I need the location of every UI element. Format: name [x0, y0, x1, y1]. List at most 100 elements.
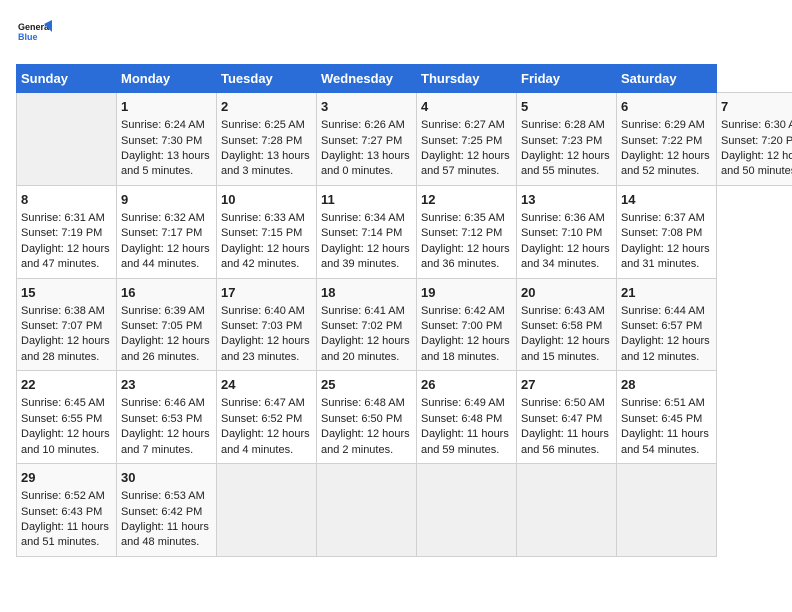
day-info: Daylight: 12 hours and 28 minutes.: [21, 334, 112, 365]
day-info: Sunset: 7:28 PM: [221, 134, 312, 149]
day-number: 15: [21, 284, 112, 302]
calendar-cell: [617, 464, 717, 557]
calendar-cell: 16 Sunrise: 6:39 AMSunset: 7:05 PMDayligh…: [117, 278, 217, 371]
logo: General Blue: [16, 16, 56, 52]
day-info: Sunrise: 6:32 AM: [121, 211, 212, 226]
day-number: 19: [421, 284, 512, 302]
day-info: Daylight: 12 hours and 2 minutes.: [321, 427, 412, 458]
day-info: Sunset: 7:23 PM: [521, 134, 612, 149]
column-header-wednesday: Wednesday: [317, 65, 417, 93]
day-info: Sunrise: 6:48 AM: [321, 396, 412, 411]
calendar-cell: 18Sunrise: 6:41 AMSunset: 7:02 PMDayligh…: [317, 278, 417, 371]
day-info: Sunrise: 6:38 AM: [21, 304, 112, 319]
calendar-cell: 26Sunrise: 6:49 AMSunset: 6:48 PMDayligh…: [417, 371, 517, 464]
day-number: 12: [421, 191, 512, 209]
day-info: Sunrise: 6:39 AM: [121, 304, 212, 319]
week-row-5: 29Sunrise: 6:52 AMSunset: 6:43 PMDayligh…: [17, 464, 792, 557]
day-info: Daylight: 11 hours and 51 minutes.: [21, 520, 112, 551]
day-info: Sunrise: 6:43 AM: [521, 304, 612, 319]
day-number: 23: [121, 376, 212, 394]
day-info: Daylight: 12 hours and 18 minutes.: [421, 334, 512, 365]
calendar-cell: 19Sunrise: 6:42 AMSunset: 7:00 PMDayligh…: [417, 278, 517, 371]
svg-text:Blue: Blue: [18, 32, 38, 42]
calendar-cell: 20Sunrise: 6:43 AMSunset: 6:58 PMDayligh…: [517, 278, 617, 371]
day-number: 21: [621, 284, 712, 302]
day-info: Sunset: 6:58 PM: [521, 319, 612, 334]
day-info: Sunrise: 6:25 AM: [221, 118, 312, 133]
week-row-3: 15Sunrise: 6:38 AMSunset: 7:07 PMDayligh…: [17, 278, 792, 371]
day-info: Sunrise: 6:37 AM: [621, 211, 712, 226]
day-info: Sunset: 6:50 PM: [321, 412, 412, 427]
calendar-cell: 22Sunrise: 6:45 AMSunset: 6:55 PMDayligh…: [17, 371, 117, 464]
day-info: Daylight: 12 hours and 26 minutes.: [121, 334, 212, 365]
day-number: 3: [321, 98, 412, 116]
day-info: Daylight: 12 hours and 57 minutes.: [421, 149, 512, 180]
day-info: Daylight: 12 hours and 12 minutes.: [621, 334, 712, 365]
day-info: Daylight: 12 hours and 34 minutes.: [521, 242, 612, 273]
week-row-1: 1Sunrise: 6:24 AMSunset: 7:30 PMDaylight…: [17, 93, 792, 186]
calendar-cell: 6Sunrise: 6:29 AMSunset: 7:22 PMDaylight…: [617, 93, 717, 186]
calendar-cell: [17, 93, 117, 186]
calendar-cell: 7Sunrise: 6:30 AMSunset: 7:20 PMDaylight…: [717, 93, 792, 186]
day-info: Sunset: 7:27 PM: [321, 134, 412, 149]
day-info: Sunrise: 6:47 AM: [221, 396, 312, 411]
column-header-saturday: Saturday: [617, 65, 717, 93]
calendar-cell: 8Sunrise: 6:31 AMSunset: 7:19 PMDaylight…: [17, 185, 117, 278]
day-info: Sunrise: 6:50 AM: [521, 396, 612, 411]
page-header: General Blue: [16, 16, 776, 52]
day-info: Sunrise: 6:52 AM: [21, 489, 112, 504]
calendar-cell: 1Sunrise: 6:24 AMSunset: 7:30 PMDaylight…: [117, 93, 217, 186]
calendar-cell: [217, 464, 317, 557]
day-info: Sunset: 7:20 PM: [721, 134, 792, 149]
day-info: Daylight: 12 hours and 47 minutes.: [21, 242, 112, 273]
day-info: Daylight: 12 hours and 44 minutes.: [121, 242, 212, 273]
day-number: 14: [621, 191, 712, 209]
day-info: Daylight: 11 hours and 56 minutes.: [521, 427, 612, 458]
column-header-tuesday: Tuesday: [217, 65, 317, 93]
day-info: Daylight: 11 hours and 48 minutes.: [121, 520, 212, 551]
day-info: Sunset: 7:03 PM: [221, 319, 312, 334]
calendar-cell: 5Sunrise: 6:28 AMSunset: 7:23 PMDaylight…: [517, 93, 617, 186]
day-info: Daylight: 13 hours and 5 minutes.: [121, 149, 212, 180]
calendar-cell: 14Sunrise: 6:37 AMSunset: 7:08 PMDayligh…: [617, 185, 717, 278]
day-info: Sunrise: 6:27 AM: [421, 118, 512, 133]
week-row-2: 8Sunrise: 6:31 AMSunset: 7:19 PMDaylight…: [17, 185, 792, 278]
calendar-cell: [517, 464, 617, 557]
day-info: Sunrise: 6:36 AM: [521, 211, 612, 226]
day-info: Daylight: 12 hours and 36 minutes.: [421, 242, 512, 273]
day-number: 8: [21, 191, 112, 209]
calendar-cell: 24Sunrise: 6:47 AMSunset: 6:52 PMDayligh…: [217, 371, 317, 464]
calendar-cell: 25Sunrise: 6:48 AMSunset: 6:50 PMDayligh…: [317, 371, 417, 464]
calendar-cell: 2Sunrise: 6:25 AMSunset: 7:28 PMDaylight…: [217, 93, 317, 186]
day-info: Daylight: 12 hours and 31 minutes.: [621, 242, 712, 273]
day-number: 13: [521, 191, 612, 209]
day-info: Sunset: 7:17 PM: [121, 226, 212, 241]
day-info: Sunset: 7:14 PM: [321, 226, 412, 241]
day-info: Sunset: 7:25 PM: [421, 134, 512, 149]
day-info: Sunset: 7:15 PM: [221, 226, 312, 241]
calendar-cell: 29Sunrise: 6:52 AMSunset: 6:43 PMDayligh…: [17, 464, 117, 557]
calendar-cell: 27Sunrise: 6:50 AMSunset: 6:47 PMDayligh…: [517, 371, 617, 464]
day-info: Sunset: 7:05 PM: [121, 319, 212, 334]
day-info: Sunrise: 6:28 AM: [521, 118, 612, 133]
day-number: 16: [121, 284, 212, 302]
day-info: Daylight: 12 hours and 4 minutes.: [221, 427, 312, 458]
day-info: Sunrise: 6:45 AM: [21, 396, 112, 411]
day-info: Sunrise: 6:35 AM: [421, 211, 512, 226]
day-info: Sunset: 6:45 PM: [621, 412, 712, 427]
calendar-cell: 17Sunrise: 6:40 AMSunset: 7:03 PMDayligh…: [217, 278, 317, 371]
day-info: Daylight: 12 hours and 10 minutes.: [21, 427, 112, 458]
day-info: Sunset: 6:57 PM: [621, 319, 712, 334]
calendar-cell: 10Sunrise: 6:33 AMSunset: 7:15 PMDayligh…: [217, 185, 317, 278]
day-info: Daylight: 12 hours and 7 minutes.: [121, 427, 212, 458]
day-info: Sunset: 6:53 PM: [121, 412, 212, 427]
day-info: Daylight: 12 hours and 20 minutes.: [321, 334, 412, 365]
calendar-table: SundayMondayTuesdayWednesdayThursdayFrid…: [16, 64, 792, 557]
column-header-sunday: Sunday: [17, 65, 117, 93]
day-info: Sunset: 6:42 PM: [121, 505, 212, 520]
column-header-thursday: Thursday: [417, 65, 517, 93]
day-info: Sunset: 7:19 PM: [21, 226, 112, 241]
day-info: Sunset: 6:48 PM: [421, 412, 512, 427]
day-info: Sunset: 7:00 PM: [421, 319, 512, 334]
day-number: 17: [221, 284, 312, 302]
